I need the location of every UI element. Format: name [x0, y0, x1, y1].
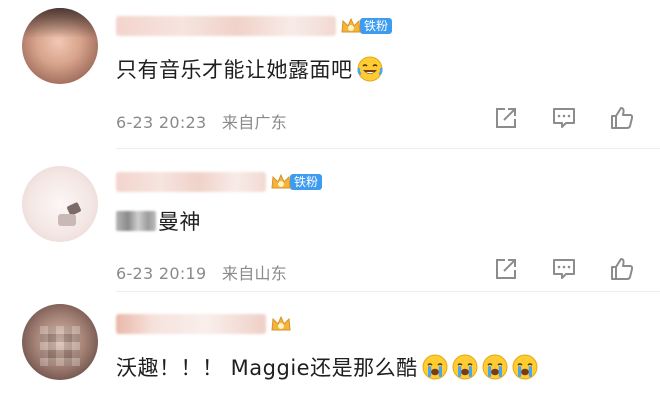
user-name-row	[116, 314, 292, 334]
comment-date: 6-23 20:23	[116, 113, 207, 132]
comment-item: 沃趣！！！ Maggie还是那么酷	[0, 292, 660, 407]
like-button[interactable]	[608, 255, 636, 283]
comment-feed: 铁粉 只有音乐才能让她露面吧 6-23 20:23 来自广东 铁粉 曼神 6-2…	[0, 0, 660, 407]
fan-badge[interactable]: 铁粉	[270, 172, 323, 192]
comment-text: 沃趣！！！ Maggie还是那么酷	[116, 352, 538, 382]
comment-text: 只有音乐才能让她露面吧	[116, 54, 383, 84]
divider	[116, 148, 660, 149]
comment-date: 6-23 20:19	[116, 264, 207, 283]
comment-button[interactable]	[550, 255, 578, 283]
crying-emoji-group	[418, 354, 538, 380]
fan-badge[interactable]: 铁粉	[340, 16, 393, 36]
crown-badge[interactable]	[270, 314, 292, 334]
avatar[interactable]	[22, 166, 98, 242]
avatar[interactable]	[22, 8, 98, 84]
crying-face-emoji-icon	[512, 354, 538, 380]
comment-actions	[492, 104, 636, 132]
redacted-text	[116, 211, 156, 231]
crown-icon	[270, 172, 292, 192]
user-name-redacted[interactable]	[116, 314, 266, 334]
comment-actions	[492, 255, 636, 283]
fan-badge-label: 铁粉	[290, 174, 323, 190]
laughing-tears-emoji-icon	[357, 56, 383, 82]
like-button[interactable]	[608, 104, 636, 132]
share-icon	[496, 259, 516, 279]
crown-icon	[270, 314, 292, 334]
like-icon	[611, 258, 634, 280]
user-name-redacted[interactable]	[116, 16, 336, 36]
fan-badge-label: 铁粉	[360, 18, 393, 34]
crown-icon	[340, 16, 362, 36]
user-name-redacted[interactable]	[116, 172, 266, 192]
avatar[interactable]	[22, 304, 98, 380]
comment-item: 铁粉 只有音乐才能让她露面吧 6-23 20:23 来自广东	[0, 0, 660, 150]
crying-face-emoji-icon	[452, 354, 478, 380]
share-button[interactable]	[492, 104, 520, 132]
like-icon	[611, 107, 634, 129]
comment-icon	[553, 259, 575, 279]
comment-item: 铁粉 曼神 6-23 20:19 来自山东	[0, 150, 660, 292]
comment-icon	[553, 108, 575, 128]
crying-face-emoji-icon	[422, 354, 448, 380]
comment-location: 来自山东	[221, 264, 288, 283]
comment-location: 来自广东	[221, 113, 288, 132]
crying-face-emoji-icon	[482, 354, 508, 380]
comment-meta: 6-23 20:19 来自山东	[116, 260, 287, 284]
comment-meta: 6-23 20:23 来自广东	[116, 109, 287, 133]
comment-text: 曼神	[116, 206, 201, 236]
share-button[interactable]	[492, 255, 520, 283]
user-name-row: 铁粉	[116, 16, 393, 36]
user-name-row: 铁粉	[116, 172, 323, 192]
share-icon	[496, 108, 516, 128]
comment-button[interactable]	[550, 104, 578, 132]
